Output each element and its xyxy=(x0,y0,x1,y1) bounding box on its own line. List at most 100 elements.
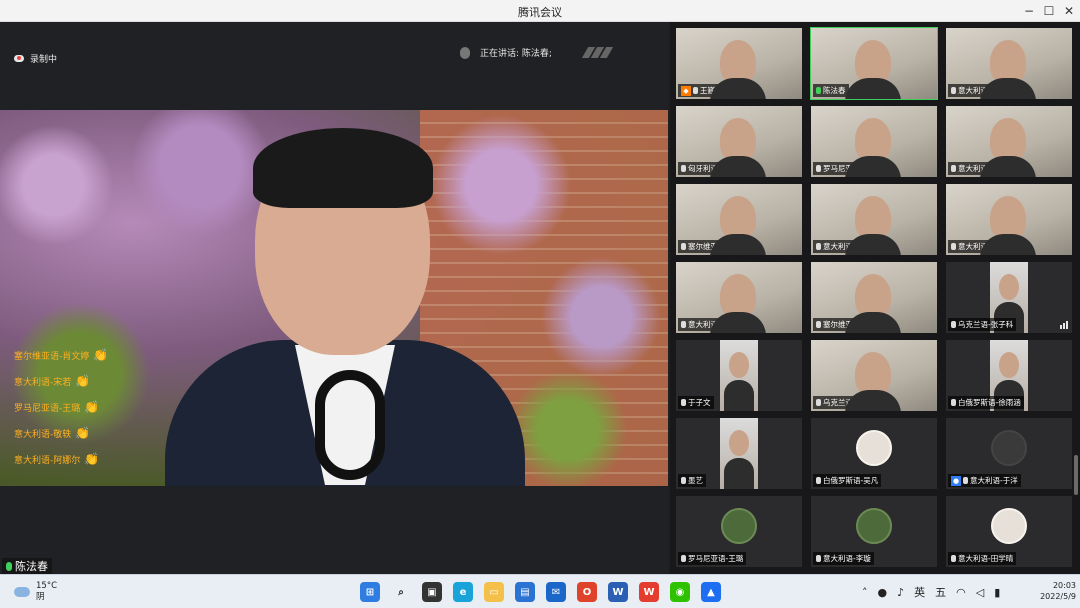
participant-name: 王巍 xyxy=(700,86,715,95)
participant-name: 意大利语-宋若智 xyxy=(958,242,1014,251)
avatar xyxy=(991,508,1027,544)
participant-tile[interactable]: 白俄罗斯语-吴凡 xyxy=(811,418,937,489)
participant-tile[interactable]: ● 意大利语-于洋 xyxy=(946,418,1072,489)
microphone-icon xyxy=(951,555,956,562)
speaking-indicator: 正在讲话: 陈法春; xyxy=(460,46,552,59)
host-icon: ◆ xyxy=(681,85,691,96)
participant-label: 乌克兰语-夏蔚鑫 xyxy=(813,396,882,409)
participant-tile[interactable]: 意大利语-李璇 xyxy=(811,496,937,567)
participant-tile[interactable]: 罗马尼亚语-王璐 xyxy=(676,496,802,567)
participant-label: 于子文 xyxy=(678,396,714,409)
participant-label: 意大利语-阿娜尔 xyxy=(948,84,1017,97)
volume-icon[interactable]: ◁ xyxy=(976,586,984,599)
cohost-icon: ● xyxy=(951,475,961,486)
microphone-icon xyxy=(951,87,956,94)
participant-name: 罗马尼亚语-王璐 xyxy=(688,554,744,563)
mail-icon[interactable]: ✉ xyxy=(546,582,566,602)
battery-icon[interactable]: ▮ xyxy=(994,586,1000,599)
participant-label: 塞尔维亚语-肖思洋 xyxy=(678,240,754,253)
participant-grid: ◆ 王巍 陈法春 意大利语-阿娜尔匈牙利语-蓝婉婷 罗马尼亚语-王梓晗 意大利语-徐瀛瑜塞… xyxy=(670,22,1080,574)
clock[interactable]: 20:03 2022/5/9 xyxy=(1024,580,1076,602)
clap-icon: 👏 xyxy=(93,348,109,362)
participant-tile[interactable]: 塞尔维亚语-肖思洋 xyxy=(676,184,802,255)
avatar xyxy=(721,508,757,544)
network-signal-icon[interactable] xyxy=(581,47,614,58)
start-icon[interactable]: ⊞ xyxy=(360,582,380,602)
participant-label: 意大利语-王汪 xyxy=(678,318,739,331)
participant-label: ◆ 王巍 xyxy=(678,84,718,97)
participant-tile[interactable]: 墨艺 xyxy=(676,418,802,489)
participant-tile[interactable]: 塞尔维亚语-肖文婷 xyxy=(811,262,937,333)
participant-tile[interactable]: 于子文 xyxy=(676,340,802,411)
search-icon[interactable]: ⌕ xyxy=(391,582,411,602)
reaction-list: 塞尔维亚语-肖文婷 👏 意大利语-宋若 👏 罗马尼亚语-王璐 👏 意大利语-敬轶 👏 意… xyxy=(14,342,144,472)
store-icon[interactable]: ▤ xyxy=(515,582,535,602)
file-explorer-icon[interactable]: ▭ xyxy=(484,582,504,602)
participant-name: 罗马尼亚语-王梓晗 xyxy=(823,164,886,173)
qq-icon[interactable]: ● xyxy=(878,586,888,599)
microphone-icon xyxy=(460,46,470,59)
participant-tile[interactable]: 意大利语-田学晴 xyxy=(946,496,1072,567)
avatar xyxy=(991,430,1027,466)
participant-video xyxy=(720,418,758,489)
close-button[interactable]: ✕ xyxy=(1056,2,1080,20)
participant-tile[interactable]: 白俄罗斯语-徐雨涵 xyxy=(946,340,1072,411)
edge-icon[interactable]: e xyxy=(453,582,473,602)
participant-tile[interactable]: 陈法春 xyxy=(810,27,938,100)
grid-scrollbar[interactable] xyxy=(1074,455,1078,495)
participant-tile[interactable]: 乌克兰语-夏蔚鑫 xyxy=(811,340,937,411)
task-view-icon[interactable]: ▣ xyxy=(422,582,442,602)
participant-tile[interactable]: ◆ 王巍 xyxy=(676,28,802,99)
clap-icon: 👏 xyxy=(75,374,91,388)
chevron-up-icon[interactable]: ˄ xyxy=(862,586,868,599)
participant-tile[interactable]: 意大利语-阿娜尔 xyxy=(946,28,1072,99)
recording-indicator[interactable]: 录制中 xyxy=(14,52,57,65)
clap-icon: 👏 xyxy=(84,400,100,414)
wechat-icon[interactable]: ◉ xyxy=(670,582,690,602)
avatar xyxy=(856,508,892,544)
taskbar-apps: ⊞ ⌕ ▣ e ▭ ▤ ✉ O W W ◉ ▲ xyxy=(360,582,721,602)
weather-widget[interactable]: 15°C 阴 xyxy=(14,581,57,603)
main-video[interactable]: 塞尔维亚语-肖文婷 👏 意大利语-宋若 👏 罗马尼亚语-王璐 👏 意大利语-敬轶 👏 意… xyxy=(0,110,668,486)
tencent-meeting-icon[interactable]: ▲ xyxy=(701,582,721,602)
participant-name: 塞尔维亚语-肖思洋 xyxy=(688,242,751,251)
wps-icon[interactable]: W xyxy=(639,582,659,602)
participant-label: 罗马尼亚语-王梓晗 xyxy=(813,162,889,175)
wifi-icon[interactable]: ◠ xyxy=(956,586,966,599)
microphone-icon xyxy=(681,399,686,406)
participant-tile[interactable]: 乌克兰语-张子科 xyxy=(946,262,1072,333)
participant-tile[interactable]: 匈牙利语-蓝婉婷 xyxy=(676,106,802,177)
participant-name: 陈法春 xyxy=(823,86,846,95)
reaction-item: 罗马尼亚语-王璐 👏 xyxy=(14,400,100,414)
participant-tile[interactable]: 意大利语-宋若智 xyxy=(946,184,1072,255)
office-icon[interactable]: O xyxy=(577,582,597,602)
microphone-icon xyxy=(681,165,686,172)
microphone-icon xyxy=(951,243,956,250)
participant-label: 墨艺 xyxy=(678,474,706,487)
participant-name: 乌克兰语-夏蔚鑫 xyxy=(823,398,879,407)
participant-tile[interactable]: 罗马尼亚语-王梓晗 xyxy=(811,106,937,177)
weather-temperature: 15°C xyxy=(36,581,58,591)
microphone-icon xyxy=(951,399,956,406)
ime-language[interactable]: 英 xyxy=(914,584,925,600)
participant-label: 乌克兰语-张子科 xyxy=(948,318,1017,331)
microphone-icon xyxy=(963,477,968,484)
participant-label: 意大利语-宋若智 xyxy=(948,240,1017,253)
reaction-item: 塞尔维亚语-肖文婷 👏 xyxy=(14,348,109,362)
participant-tile[interactable]: 意大利语-王汪 xyxy=(676,262,802,333)
participant-label: 意大利语-徐瀛瑜 xyxy=(948,162,1017,175)
ime-mode[interactable]: 五 xyxy=(935,584,946,600)
clock-date: 2022/5/9 xyxy=(1040,592,1076,601)
participant-tile[interactable]: 意大利语-王丽君 xyxy=(811,184,937,255)
system-tray: ˄ ● ♪ 英 五 ◠ ◁ ▮ xyxy=(862,584,1000,600)
participant-name: 墨艺 xyxy=(688,476,703,485)
participant-name: 意大利语-李璇 xyxy=(823,554,871,563)
participant-name: 意大利语-王汪 xyxy=(688,320,736,329)
word-icon[interactable]: W xyxy=(608,582,628,602)
participant-tile[interactable]: 意大利语-徐瀛瑜 xyxy=(946,106,1072,177)
microphone-icon xyxy=(816,477,821,484)
reaction-item: 意大利语-宋若 👏 xyxy=(14,374,91,388)
microphone-icon[interactable]: ♪ xyxy=(897,586,904,599)
record-icon xyxy=(14,55,24,62)
reaction-item: 意大利语-阿娜尔 👏 xyxy=(14,452,100,466)
